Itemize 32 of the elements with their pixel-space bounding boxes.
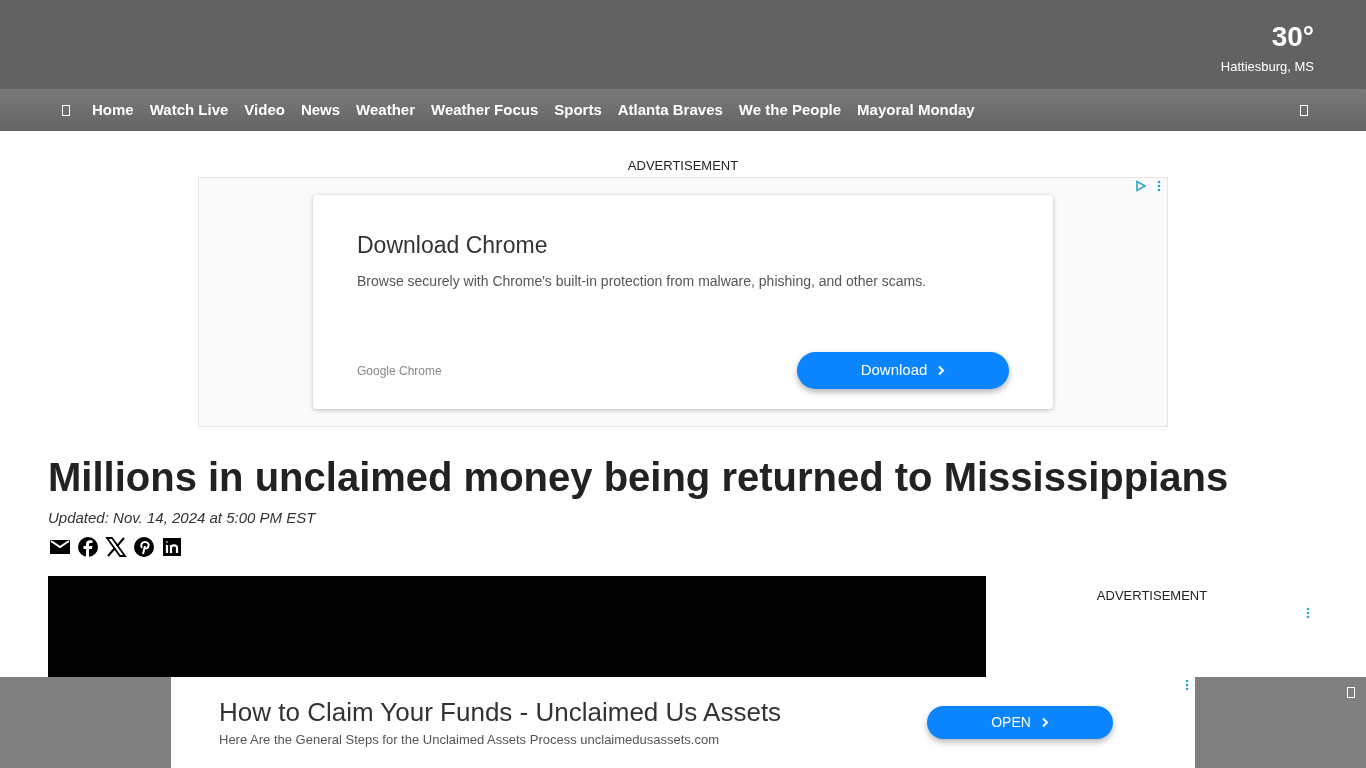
temperature: 30° bbox=[1271, 20, 1314, 54]
chevron-icon bbox=[1040, 717, 1049, 728]
ad-label: ADVERTISEMENT bbox=[627, 158, 739, 174]
ad-label: ADVERTISEMENT bbox=[1096, 586, 1208, 605]
nav-link[interactable]: Watch Live bbox=[149, 98, 229, 122]
ad-text: Browse securely with Chrome's built-in protection from malware, phishing, and other scams. bbox=[357, 271, 928, 291]
chevron-icon bbox=[937, 365, 946, 376]
nav-link[interactable]: Mayoral Monday bbox=[857, 98, 975, 122]
more-icon[interactable] bbox=[1306, 606, 1310, 619]
nav-link[interactable]: Sports bbox=[554, 98, 602, 122]
nav-link[interactable]: Weather bbox=[356, 98, 415, 122]
headline: Millions in unclaimed money being returned to Mississippians bbox=[48, 454, 1230, 501]
nav-link[interactable]: News bbox=[300, 98, 341, 122]
nav-link[interactable]: Atlanta Braves bbox=[617, 98, 723, 122]
download-button[interactable]: Download bbox=[797, 352, 1009, 389]
open-button[interactable]: OPEN bbox=[927, 706, 1113, 739]
nav-link[interactable]: Home bbox=[92, 98, 134, 122]
nav-link[interactable]: Video bbox=[244, 98, 285, 122]
updated-time: Updated: Nov. 14, 2024 at 5:00 PM EST bbox=[48, 508, 318, 528]
sticky-ad-text: Here Are the General Steps for the Unclaimed Assets Process unclaimedusassets.com bbox=[219, 730, 720, 749]
advertiser-name: Google Chrome bbox=[357, 362, 442, 380]
nav-link[interactable]: We the People bbox=[738, 98, 842, 122]
nav-link[interactable]: Weather Focus bbox=[431, 98, 539, 122]
x-icon[interactable] bbox=[104, 534, 128, 559]
sticky-ad-title: How to Claim Your Funds - Unclaimed Us Assets bbox=[219, 695, 783, 728]
more-icon[interactable] bbox=[1185, 679, 1189, 691]
pinterest-icon[interactable] bbox=[132, 534, 156, 559]
adchoices-icon[interactable] bbox=[1135, 180, 1147, 192]
ad-title: Download Chrome bbox=[357, 231, 549, 260]
facebook-icon[interactable] bbox=[76, 534, 100, 559]
more-icon[interactable] bbox=[1157, 180, 1161, 192]
location: Hattiesburg, MS bbox=[1220, 58, 1314, 76]
